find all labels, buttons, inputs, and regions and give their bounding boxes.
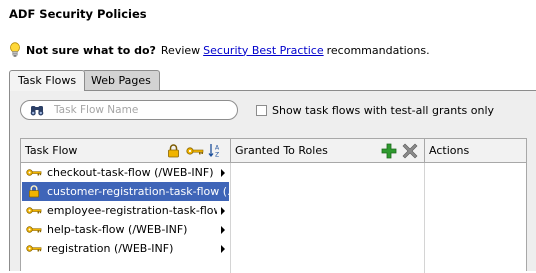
expand-arrow-icon[interactable] bbox=[221, 225, 225, 234]
lock-icon bbox=[26, 185, 42, 199]
test-all-label: Show task flows with test-all grants onl… bbox=[272, 104, 495, 117]
add-role-icon[interactable] bbox=[381, 143, 397, 159]
key-icon bbox=[26, 204, 42, 218]
row-label: checkout-task-flow (/WEB-INF) bbox=[47, 166, 214, 179]
key-filter-icon[interactable] bbox=[186, 146, 204, 156]
lightbulb-icon bbox=[10, 42, 20, 57]
remove-role-icon[interactable] bbox=[402, 143, 418, 159]
binoculars-icon bbox=[30, 106, 44, 116]
tab-web-pages[interactable]: Web Pages bbox=[82, 70, 160, 90]
table-row[interactable]: registration (/WEB-INF) bbox=[22, 239, 229, 258]
task-flow-table: Task Flow A Z Granted To Roles Actions c… bbox=[20, 138, 527, 273]
table-row[interactable]: employee-registration-task-flow (... bbox=[22, 201, 229, 220]
tab-task-flows[interactable]: Task Flows bbox=[9, 70, 86, 91]
column-divider bbox=[424, 163, 425, 273]
search-input[interactable] bbox=[54, 104, 214, 116]
task-flows-panel: Show task flows with test-all grants onl… bbox=[9, 90, 536, 273]
hint-question: Not sure what to do? bbox=[26, 43, 156, 57]
key-icon bbox=[26, 223, 42, 237]
header-task-flow-label: Task Flow bbox=[25, 144, 78, 157]
table-header: Task Flow A Z Granted To Roles Actions bbox=[21, 139, 526, 163]
column-divider bbox=[230, 163, 231, 273]
svg-text:Z: Z bbox=[215, 152, 219, 159]
header-granted-roles: Granted To Roles bbox=[231, 139, 425, 162]
sort-icon[interactable]: A Z bbox=[208, 143, 222, 158]
lock-filter-icon[interactable] bbox=[167, 143, 180, 158]
key-icon bbox=[26, 242, 42, 256]
header-actions: Actions bbox=[425, 139, 526, 162]
header-granted-roles-label: Granted To Roles bbox=[235, 144, 328, 157]
key-icon bbox=[26, 166, 42, 180]
table-row[interactable]: help-task-flow (/WEB-INF) bbox=[22, 220, 229, 239]
table-row[interactable]: customer-registration-task-flow (...) bbox=[22, 182, 229, 201]
help-hint: Not sure what to do? Review Security Bes… bbox=[9, 42, 430, 58]
page-title: ADF Security Policies bbox=[9, 7, 147, 21]
test-all-checkbox[interactable] bbox=[256, 105, 267, 116]
hint-tail: recommandations. bbox=[326, 43, 430, 57]
security-best-practice-link[interactable]: Security Best Practice bbox=[203, 44, 323, 57]
task-flow-search bbox=[20, 100, 238, 120]
row-label: registration (/WEB-INF) bbox=[47, 242, 174, 255]
table-row[interactable]: checkout-task-flow (/WEB-INF) bbox=[22, 163, 229, 182]
row-label: employee-registration-task-flow (... bbox=[47, 204, 217, 217]
expand-arrow-icon[interactable] bbox=[221, 244, 225, 253]
row-label: help-task-flow (/WEB-INF) bbox=[47, 223, 188, 236]
header-task-flow: Task Flow A Z bbox=[21, 139, 231, 162]
row-label: customer-registration-task-flow (...) bbox=[47, 185, 229, 198]
svg-text:A: A bbox=[215, 145, 220, 152]
expand-arrow-icon[interactable] bbox=[221, 168, 225, 177]
test-all-filter[interactable]: Show task flows with test-all grants onl… bbox=[256, 104, 494, 117]
header-actions-label: Actions bbox=[429, 144, 470, 157]
hint-review: Review bbox=[160, 43, 201, 57]
expand-arrow-icon[interactable] bbox=[221, 206, 225, 215]
